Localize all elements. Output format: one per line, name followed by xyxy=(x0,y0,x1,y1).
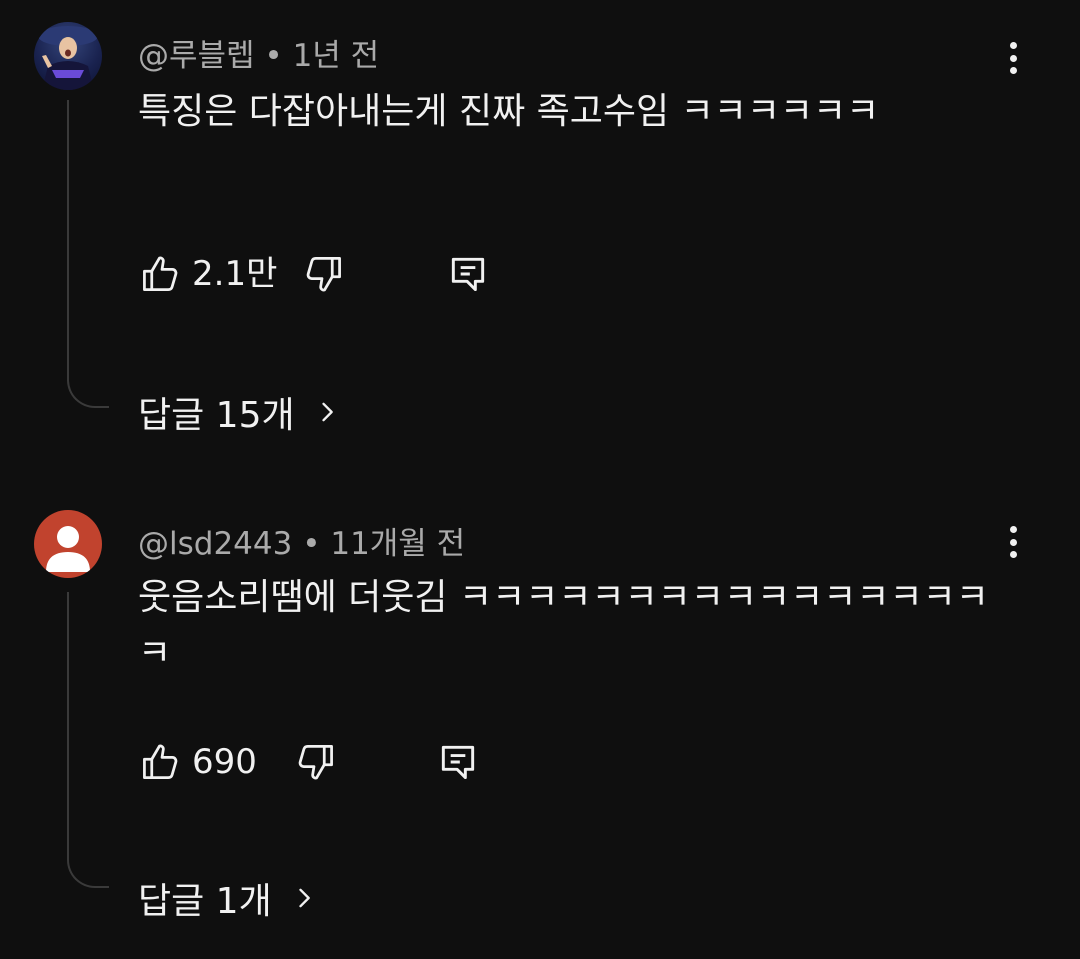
comment-time: 1년 전 xyxy=(292,38,380,74)
more-options-button[interactable] xyxy=(996,522,1030,562)
chevron-right-icon xyxy=(299,888,310,908)
replies-label: 답글 1개 xyxy=(138,881,272,922)
comment-actions: 2.1만 xyxy=(138,252,538,296)
more-options-button[interactable] xyxy=(996,38,1030,78)
vertical-dots-icon-dot xyxy=(1009,67,1017,74)
avatar[interactable] xyxy=(34,510,102,578)
comment-time: 11개월 전 xyxy=(330,526,466,562)
replies-label: 답글 15개 xyxy=(138,395,295,436)
comment: @lsd2443 • 11개월 전 웃음소리땜에 더웃김 ㅋㅋㅋㅋㅋㅋㅋㅋㅋㅋㅋ… xyxy=(0,480,1080,959)
like-count: 690 xyxy=(192,742,257,782)
thumbs-down-icon[interactable] xyxy=(294,740,338,784)
comment-actions: 690 xyxy=(138,740,538,784)
thumbs-down-icon[interactable] xyxy=(302,252,346,296)
thumbs-up-icon[interactable] xyxy=(138,740,182,784)
reply-thread-line xyxy=(67,592,109,888)
view-replies-button[interactable]: 답글 1개 xyxy=(138,872,318,924)
reply-icon[interactable] xyxy=(446,252,490,296)
vertical-dots-icon-dot xyxy=(1009,538,1017,546)
vertical-dots-icon-dot xyxy=(1009,551,1017,558)
thumbs-up-icon[interactable] xyxy=(138,252,182,296)
reply-thread-line xyxy=(67,100,109,408)
vertical-dots-icon xyxy=(1009,42,1017,49)
view-replies-button[interactable]: 답글 15개 xyxy=(138,386,341,438)
chevron-right-icon xyxy=(321,402,333,422)
reply-icon[interactable] xyxy=(436,740,480,784)
meta-separator: • xyxy=(292,526,331,562)
meta-separator: • xyxy=(254,38,293,74)
author-name[interactable]: @루블렙 xyxy=(138,38,255,74)
comment-meta: @lsd2443 • 11개월 전 xyxy=(138,518,465,563)
author-name[interactable]: @lsd2443 xyxy=(138,526,292,562)
comment-meta: @루블렙 • 1년 전 xyxy=(138,30,379,75)
comment-text: 특징은 다잡아내는게 진짜 족고수임 ㅋㅋㅋㅋㅋㅋ xyxy=(138,91,880,132)
comment-text: 웃음소리땜에 더웃김 ㅋㅋㅋㅋㅋㅋㅋㅋㅋㅋㅋㅋㅋㅋㅋㅋㅋ xyxy=(138,577,989,674)
vertical-dots-icon xyxy=(1009,526,1017,533)
vertical-dots-icon-dot xyxy=(1009,54,1017,62)
comment: @루블렙 • 1년 전 특징은 다잡아내는게 진짜 족고수임 ㅋㅋㅋㅋㅋㅋ 2.… xyxy=(0,0,1080,480)
like-count: 2.1만 xyxy=(192,254,278,294)
avatar[interactable] xyxy=(34,22,102,90)
